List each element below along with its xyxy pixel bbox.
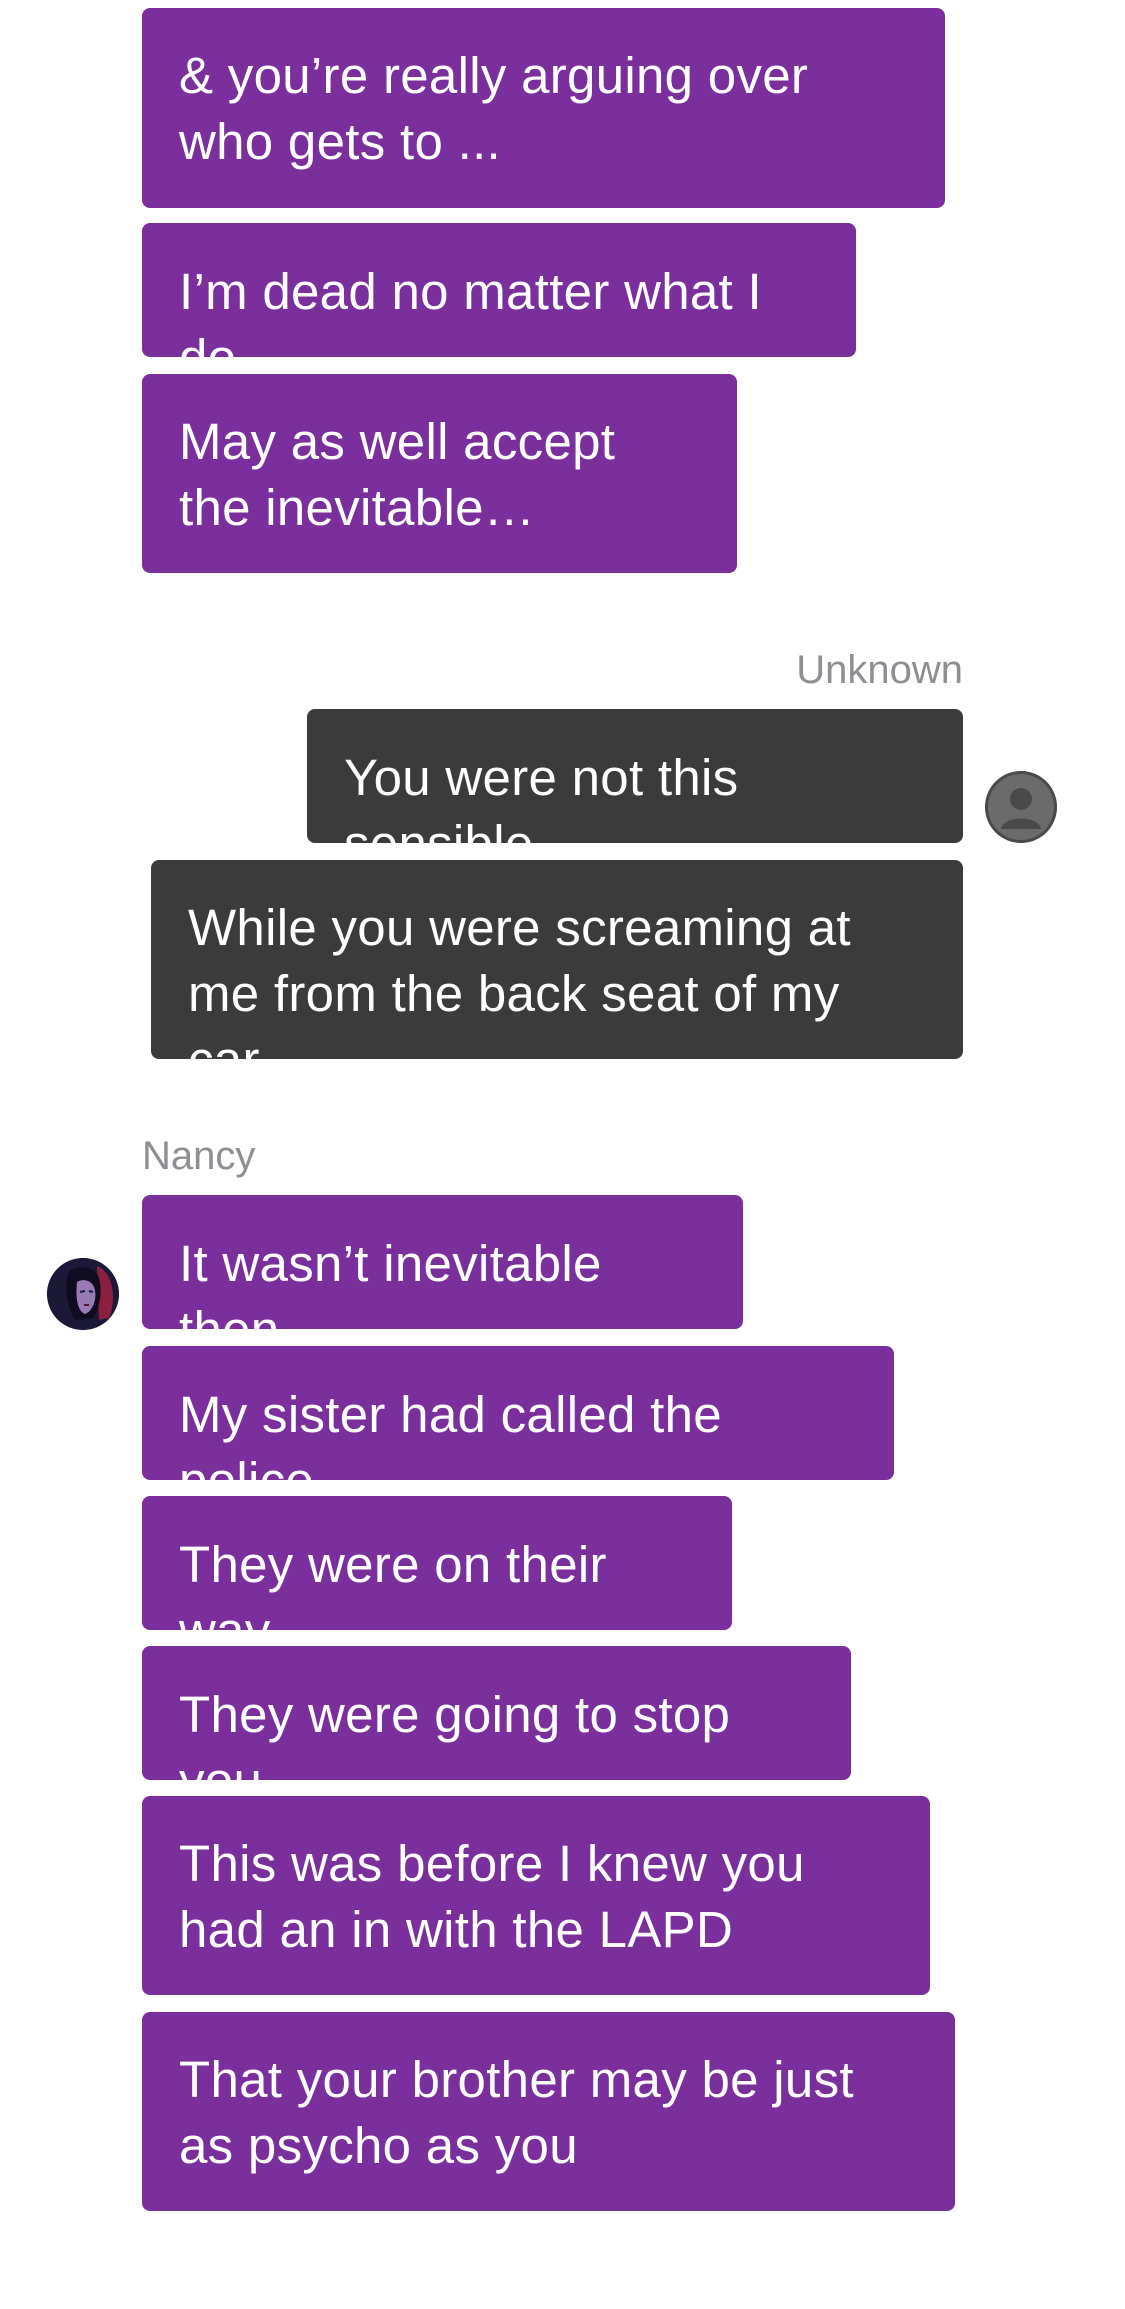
message-bubble[interactable]: That your brother may be just as psycho … xyxy=(142,2012,955,2211)
sender-name-unknown: Unknown xyxy=(796,648,963,692)
message-text: This was before I knew you had an in wit… xyxy=(179,1835,805,1958)
message-text: That your brother may be just as psycho … xyxy=(179,2051,854,2174)
message-bubble[interactable]: This was before I knew you had an in wit… xyxy=(142,1796,930,1995)
message-text: It wasn’t inevitable then xyxy=(179,1235,602,1358)
message-bubble[interactable]: I’m dead no matter what I do xyxy=(142,223,856,386)
nancy-avatar-icon xyxy=(47,1258,119,1330)
unknown-avatar[interactable] xyxy=(985,771,1057,843)
message-bubble[interactable]: You were not this sensible xyxy=(307,709,963,872)
message-text: May as well accept the inevitable… xyxy=(179,413,616,536)
message-text: & you’re really arguing over who gets to… xyxy=(179,47,809,170)
message-bubble[interactable]: My sister had called the police xyxy=(142,1346,894,1509)
message-bubble[interactable]: May as well accept the inevitable… xyxy=(142,374,737,573)
person-silhouette-icon xyxy=(985,771,1057,843)
message-text: You were not this sensible xyxy=(344,749,739,872)
message-bubble[interactable]: They were going to stop you xyxy=(142,1646,851,1809)
message-text: My sister had called the police xyxy=(179,1386,722,1509)
message-bubble[interactable]: While you were screaming at me from the … xyxy=(151,860,963,1088)
message-text: They were going to stop you xyxy=(179,1686,731,1809)
message-bubble[interactable]: & you’re really arguing over who gets to… xyxy=(142,8,945,208)
message-text: I’m dead no matter what I do xyxy=(179,263,762,386)
sender-name-nancy: Nancy xyxy=(142,1134,256,1178)
message-text: They were on their way xyxy=(179,1536,607,1659)
nancy-avatar[interactable] xyxy=(47,1258,119,1330)
message-bubble[interactable]: It wasn’t inevitable then xyxy=(142,1195,743,1358)
message-text: While you were screaming at me from the … xyxy=(188,899,851,1088)
message-bubble[interactable]: They were on their way xyxy=(142,1496,732,1659)
